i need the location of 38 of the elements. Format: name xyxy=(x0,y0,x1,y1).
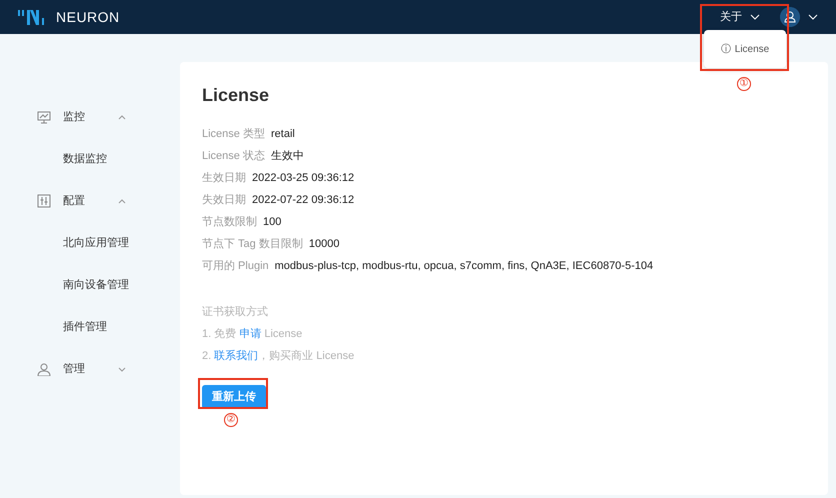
sidebar-group[interactable]: 配置 xyxy=(63,192,118,210)
field-value: 2022-07-22 09:36:12 xyxy=(252,193,354,208)
sidebar-group[interactable]: 监控 xyxy=(63,108,118,126)
sliders-icon xyxy=(37,194,51,208)
field-value: 2022-03-25 09:36:12 xyxy=(252,171,354,186)
logo-text: NEURON xyxy=(56,8,120,26)
page-title: License xyxy=(202,84,270,107)
highlight-frame xyxy=(198,378,268,409)
info-icon: ⓘ xyxy=(720,42,731,56)
about-menu[interactable]: 关于 xyxy=(720,8,742,26)
section-label: 证书获取方式 xyxy=(202,306,268,318)
sidebar-item[interactable]: 南向设备管理 xyxy=(63,276,129,294)
field-label: License 类型 xyxy=(202,127,265,142)
instruction-text: 2. 联系我们，购买商业 License xyxy=(202,350,354,362)
field-label: License 状态 xyxy=(202,148,265,164)
sidebar-item[interactable]: 插件管理 xyxy=(63,318,107,336)
user-avatar[interactable] xyxy=(780,7,800,27)
field-label: 节点下 Tag 数目限制 xyxy=(202,236,303,252)
sidebar-group[interactable]: 管理 xyxy=(63,360,118,378)
field-label: 生效日期 xyxy=(202,171,246,186)
step-number: ② xyxy=(224,413,238,427)
field-label: 可用的 Plugin xyxy=(202,259,269,274)
field-value: retail xyxy=(270,127,295,142)
sidebar-item[interactable]: 数据监控 xyxy=(63,150,107,168)
field-label: 失效日期 xyxy=(202,193,246,208)
monitor-icon xyxy=(37,110,51,124)
chevron-down-icon xyxy=(750,14,760,20)
chevron-down-icon xyxy=(808,14,818,20)
field-value: modbus-plus-tcp, modbus-rtu, opcua, s7comm, fins, QnA3E, IEC60870-5-104 xyxy=(274,259,654,274)
field-value: 生效中 xyxy=(270,149,304,164)
field-label: 节点数限制 xyxy=(202,214,257,230)
step-number: ① xyxy=(737,77,751,91)
instruction-text: 1. 免费 申请 License xyxy=(202,328,302,340)
user-icon xyxy=(37,362,51,376)
sidebar-item[interactable]: 北向应用管理 xyxy=(63,234,129,252)
field-value: 10000 xyxy=(308,237,340,252)
dropdown-item[interactable]: ⓘ License xyxy=(704,30,786,68)
field-value: 100 xyxy=(263,215,282,230)
